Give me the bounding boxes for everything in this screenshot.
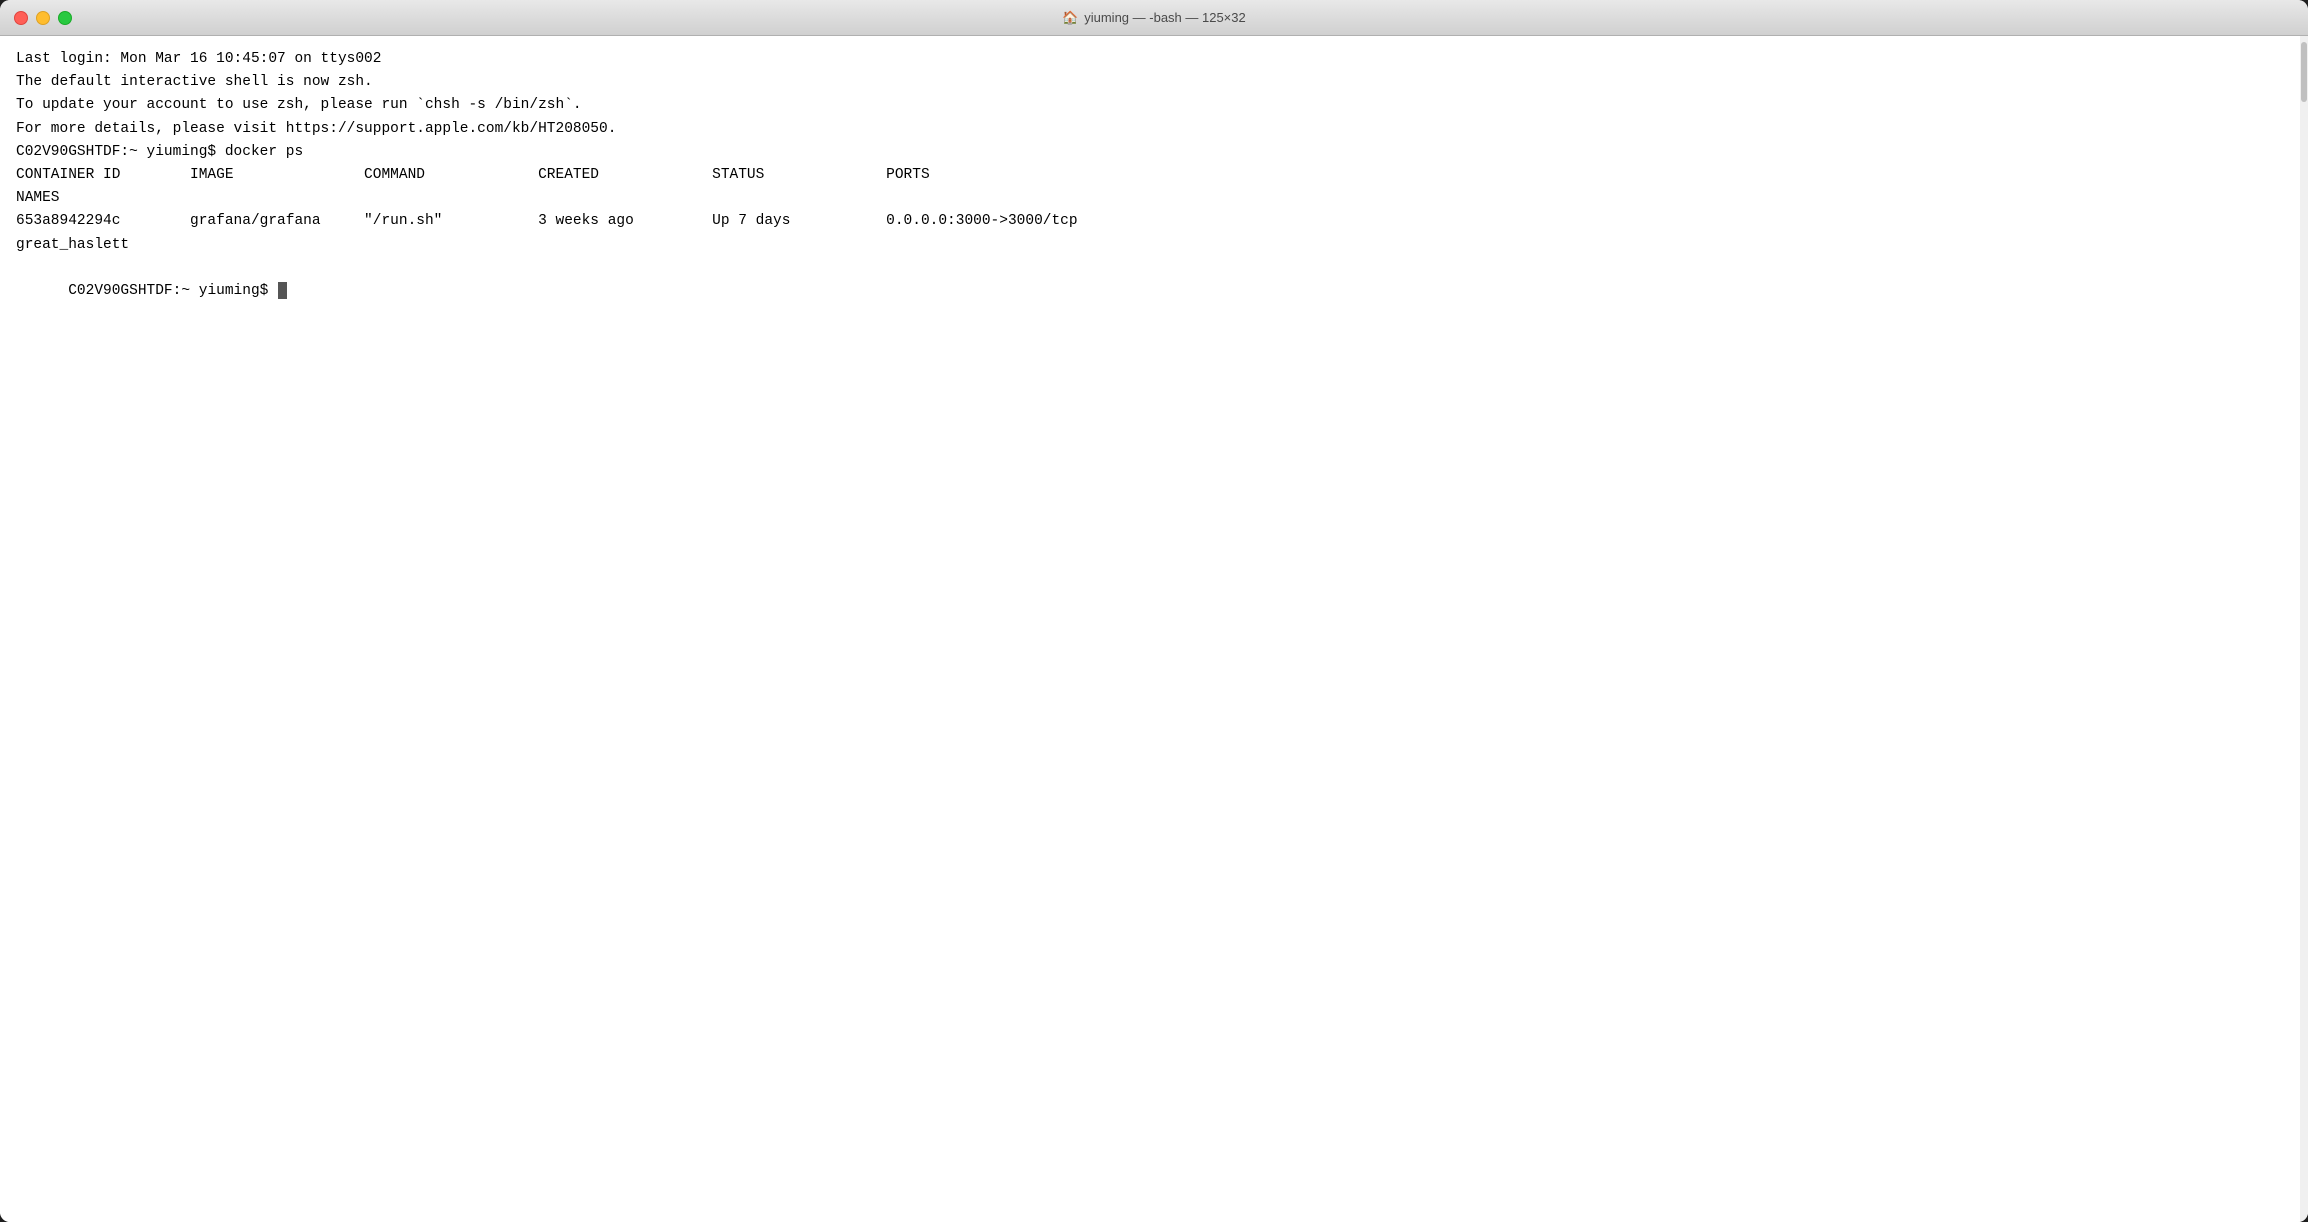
terminal-line: C02V90GSHTDF:~ yiuming$ docker ps bbox=[16, 141, 2292, 164]
terminal-window: 🏠 yiuming — -bash — 125×32 Last login: M… bbox=[0, 0, 2308, 1222]
terminal-line: To update your account to use zsh, pleas… bbox=[16, 94, 2292, 117]
scrollbar-thumb[interactable] bbox=[2301, 42, 2307, 102]
close-button[interactable] bbox=[14, 11, 28, 25]
scrollbar[interactable] bbox=[2300, 36, 2308, 1222]
minimize-button[interactable] bbox=[36, 11, 50, 25]
terminal-body[interactable]: Last login: Mon Mar 16 10:45:07 on ttys0… bbox=[0, 36, 2308, 1222]
terminal-line: For more details, please visit https://s… bbox=[16, 118, 2292, 141]
title-text: yiuming — -bash — 125×32 bbox=[1084, 10, 1246, 25]
terminal-line: The default interactive shell is now zsh… bbox=[16, 71, 2292, 94]
docker-ps-row1: 653a8942294c grafana/grafana "/run.sh" 3… bbox=[16, 210, 2292, 233]
window-title: 🏠 yiuming — -bash — 125×32 bbox=[1062, 10, 1246, 26]
titlebar: 🏠 yiuming — -bash — 125×32 bbox=[0, 0, 2308, 36]
prompt-text: C02V90GSHTDF:~ yiuming$ bbox=[68, 283, 277, 299]
terminal-line: Last login: Mon Mar 16 10:45:07 on ttys0… bbox=[16, 48, 2292, 71]
docker-ps-header-line1: CONTAINER ID IMAGE COMMAND CREATED STATU… bbox=[16, 164, 2292, 187]
docker-ps-row2: great_haslett bbox=[16, 234, 2292, 257]
traffic-lights bbox=[14, 11, 72, 25]
maximize-button[interactable] bbox=[58, 11, 72, 25]
cursor bbox=[278, 282, 287, 299]
docker-ps-header-line2: NAMES bbox=[16, 187, 2292, 210]
home-icon: 🏠 bbox=[1062, 10, 1078, 26]
current-prompt-line: C02V90GSHTDF:~ yiuming$ bbox=[16, 257, 2292, 327]
